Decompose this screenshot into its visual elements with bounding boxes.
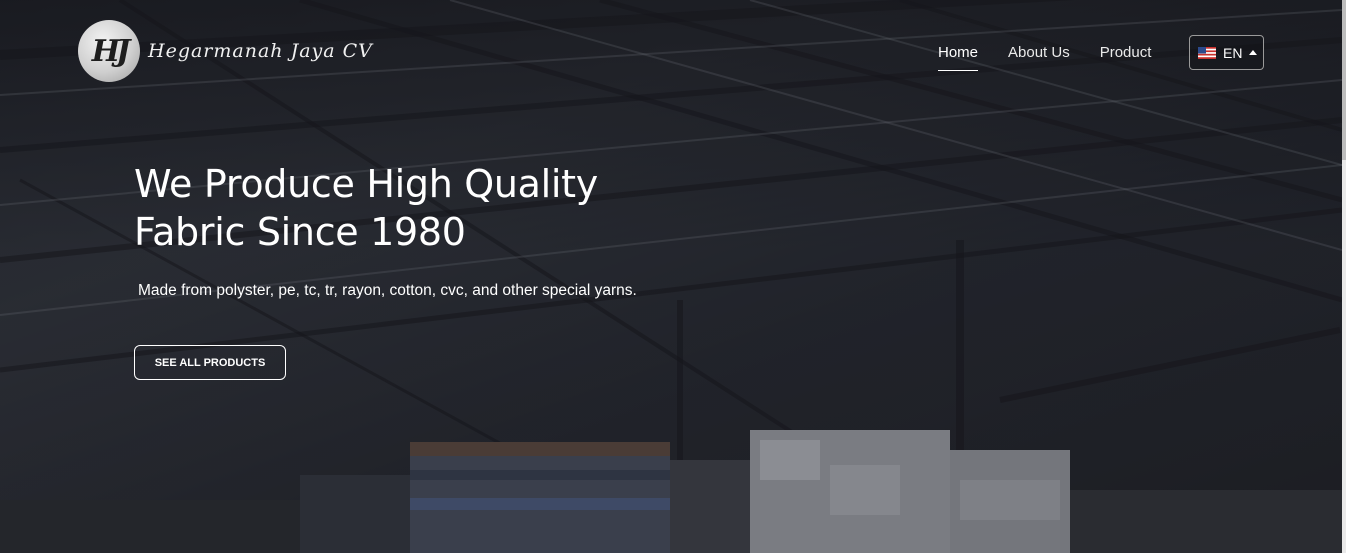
caret-up-icon — [1249, 50, 1258, 55]
scrollbar-thumb[interactable] — [1342, 0, 1346, 160]
nav-item-home[interactable]: Home — [938, 44, 979, 71]
nav-item-product[interactable]: Product — [1100, 44, 1152, 71]
language-code: EN — [1223, 44, 1243, 61]
site-logo[interactable]: HJ Hegarmanah Jaya CV — [78, 20, 373, 82]
us-flag-icon — [1198, 46, 1216, 59]
hero-title: We Produce High Quality Fabric Since 198… — [134, 162, 598, 254]
logo-monogram: HJ — [78, 20, 140, 82]
main-nav: Home About Us Product — [938, 44, 1181, 71]
see-all-products-button[interactable]: SEE ALL PRODUCTS — [134, 345, 286, 380]
language-selector[interactable]: EN — [1189, 35, 1264, 70]
logo-name: Hegarmanah Jaya CV — [148, 40, 373, 62]
fabric-rolls-image — [0, 430, 1342, 553]
nav-item-about-us[interactable]: About Us — [1008, 44, 1070, 71]
hero-section — [0, 0, 1342, 553]
hero-subtitle: Made from polyster, pe, tc, tr, rayon, c… — [138, 282, 637, 299]
